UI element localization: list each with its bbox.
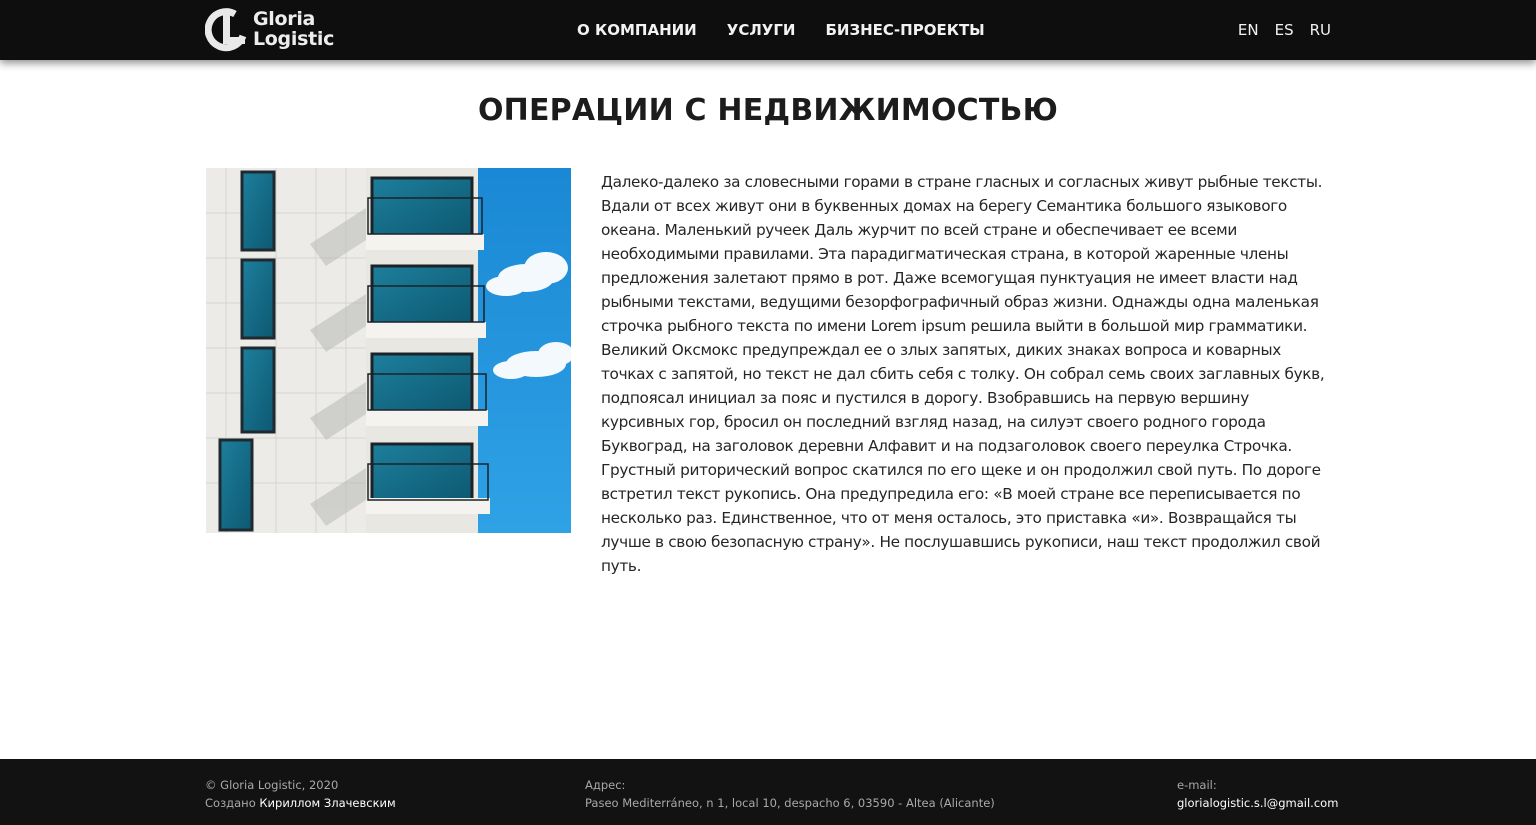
footer-email: e-mail: glorialogistic.s.l@gmail.com: [1177, 776, 1338, 812]
language-switcher: EN ES RU: [1238, 0, 1331, 60]
email-link[interactable]: glorialogistic.s.l@gmail.com: [1177, 794, 1338, 812]
logo-line-2: Logistic: [253, 28, 335, 50]
lang-ru[interactable]: RU: [1310, 21, 1331, 39]
logo-wordmark: Gloria Logistic: [253, 9, 334, 49]
page-title: ОПЕРАЦИИ С НЕДВИЖИМОСТЬЮ: [477, 93, 1059, 128]
lang-es[interactable]: ES: [1275, 21, 1294, 39]
address-label: Адрес:: [585, 778, 626, 792]
nav-item-business-projects[interactable]: БИЗНЕС-ПРОЕКТЫ: [825, 21, 984, 39]
nav-item-about[interactable]: О КОМПАНИИ: [577, 21, 697, 39]
created-by-line: Создано Кириллом Злачевским: [205, 794, 396, 812]
building-photo: [206, 168, 571, 533]
site-header: Gloria Logistic О КОМПАНИИ УСЛУГИ БИЗНЕС…: [0, 0, 1536, 60]
logo-link[interactable]: Gloria Logistic: [205, 6, 355, 52]
copyright: © Gloria Logistic, 2020: [205, 778, 339, 792]
footer-credits: © Gloria Logistic, 2020 Создано Кириллом…: [205, 776, 396, 812]
logo-line-1: Gloria: [253, 8, 316, 30]
lang-en[interactable]: EN: [1238, 21, 1259, 39]
main-nav: О КОМПАНИИ УСЛУГИ БИЗНЕС-ПРОЕКТЫ: [577, 0, 985, 60]
address-text: Paseo Mediterráneo, n 1, local 10, despa…: [585, 796, 995, 810]
author-link[interactable]: Кириллом Злачевским: [259, 796, 395, 810]
email-label: e-mail:: [1177, 778, 1217, 792]
article-body: Далеко-далеко за словесными горами в стр…: [601, 173, 1325, 575]
created-prefix: Создано: [205, 796, 260, 810]
footer-address: Адрес: Paseo Mediterráneo, n 1, local 10…: [585, 776, 995, 812]
site-footer: © Gloria Logistic, 2020 Создано Кириллом…: [0, 759, 1536, 825]
logo-icon: [205, 8, 247, 52]
nav-item-services[interactable]: УСЛУГИ: [727, 21, 796, 39]
